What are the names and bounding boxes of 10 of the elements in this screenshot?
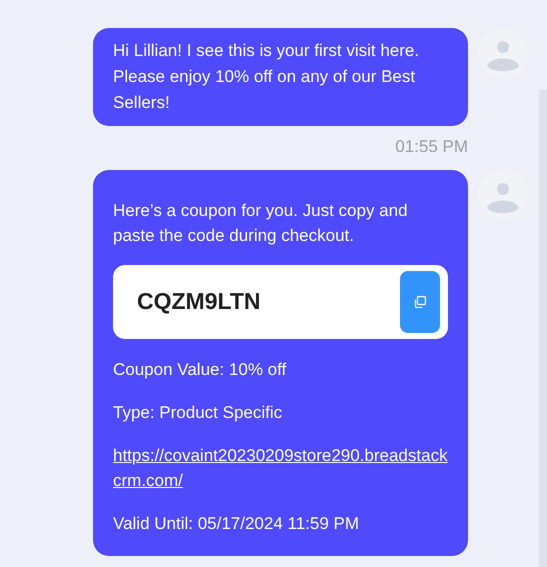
coupon-code: CQZM9LTN — [137, 289, 261, 314]
message-text: Here’s a coupon for you. Just copy and paste the code during checkout. — [113, 200, 409, 246]
coupon-type: Type: Product Specific — [113, 402, 284, 424]
valid-until: Valid Until: 05/17/2024 11:59 PM — [113, 512, 360, 534]
coupon-value: Coupon Value: 10% off — [113, 358, 288, 380]
copy-icon — [414, 296, 426, 308]
store-link[interactable]: https://covaint20230209store290.breadstackcrm.com/ — [113, 442, 448, 492]
message-timestamp: 01:55 PM — [395, 136, 468, 158]
copy-button[interactable] — [400, 270, 440, 332]
message-bubble: Hi Lillian! I see this is your first visit here. Please enjoy 10% off on any of our Best Sellers! — [93, 28, 468, 126]
